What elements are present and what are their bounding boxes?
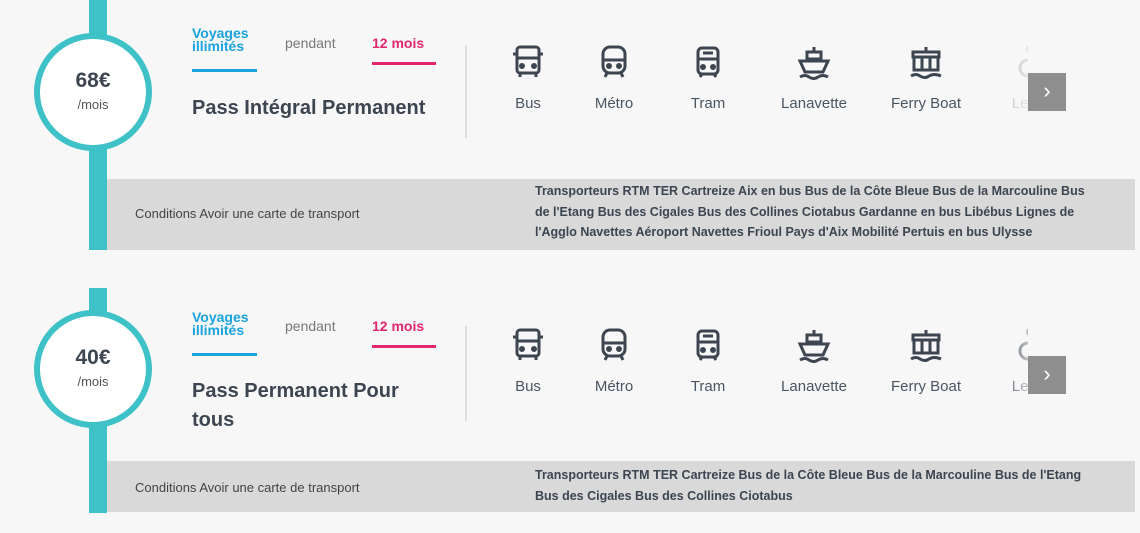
pass-card: 68€ /mois Voyages illimités pendant 12 m… [0,0,1140,260]
pendant-label: pendant [285,35,336,51]
duration-underline [372,345,436,348]
mode-label: Tram [690,378,726,395]
price-period: /mois [77,374,109,389]
bus-icon [513,328,543,360]
pass-name: Pass Permanent Pour tous [192,380,399,431]
vertical-divider [465,45,467,138]
ferry-icon [910,47,942,79]
mode-metro: Métro [574,327,654,395]
boat-icon [797,47,831,80]
bus-icon [513,45,543,77]
price-circle: 40€ /mois [34,310,152,428]
ferry-icon [910,330,942,362]
metro-icon [601,328,627,361]
duration-label: 12 mois [372,35,425,51]
transport-modes: Bus Métro Tram Lanavette Ferry Boat Levé [488,44,1028,134]
tram-icon [696,329,720,361]
mode-lanavette: Lanavette [774,327,854,395]
mode-label: Lanavette [781,95,847,112]
price-circle: 68€ /mois [34,33,152,151]
mode-label: Ferry Boat [890,378,962,395]
conditions-bar: Conditions Avoir une carte de transport … [107,179,1135,250]
mode-ferry-boat: Ferry Boat [886,44,966,112]
mode-label: Métro [594,378,634,395]
transporters-list: Transporteurs RTM TER Cartreize Bus de l… [535,468,1082,503]
mode-lanavette: Lanavette [774,44,854,112]
mode-bus: Bus [488,44,568,112]
conditions-text: Conditions Avoir une carte de transport [135,480,360,495]
price: 40€ [75,346,111,369]
mode-label: Bus [515,95,541,112]
voyages-underline [192,353,257,356]
metro-icon [601,45,627,78]
tram-icon [696,46,720,78]
mode-bus: Bus [488,327,568,395]
conditions-text: Conditions Avoir une carte de transport [135,206,360,221]
transporters-list: Transporteurs RTM TER Cartreize Aix en b… [535,184,1085,239]
mode-metro: Métro [574,44,654,112]
mode-label: Ferry Boat [890,95,962,112]
duration-label: 12 mois [372,318,425,334]
mode-label: Bus [515,378,541,395]
voyages-underline [192,69,257,72]
next-button[interactable]: › [1028,73,1066,111]
transport-modes: Bus Métro Tram Lanavette Ferry Boat Levé [488,327,1028,417]
price: 68€ [75,69,111,92]
conditions-bar: Conditions Avoir une carte de transport … [107,461,1135,512]
mode-label: Tram [690,95,726,112]
pass-card: 40€ /mois Voyages illimités pendant 12 m… [0,284,1140,524]
pass-name: Pass Intégral Permanent [192,97,426,119]
voyages-label: Voyages illimités [192,309,249,338]
next-button[interactable]: › [1028,356,1066,394]
mode-label: Métro [594,95,634,112]
vertical-divider [465,326,467,421]
pendant-label: pendant [285,318,336,334]
mode-ferry-boat: Ferry Boat [886,327,966,395]
mode-tram: Tram [668,327,748,395]
boat-icon [797,330,831,363]
mode-label: Lanavette [781,378,847,395]
voyages-label: Voyages illimités [192,25,249,54]
price-period: /mois [77,97,109,112]
mode-tram: Tram [668,44,748,112]
duration-underline [372,62,436,65]
